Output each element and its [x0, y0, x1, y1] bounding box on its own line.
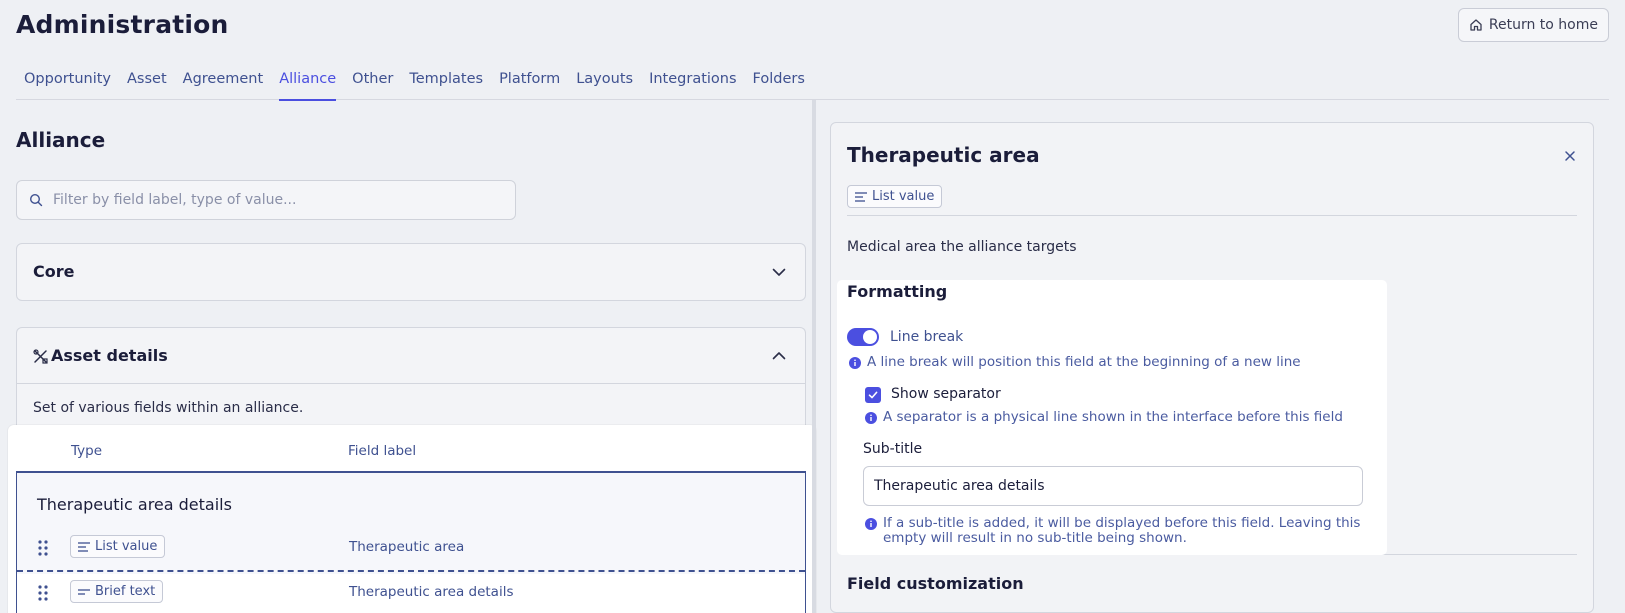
line-break-hint-text: A line break will position this field at… [867, 354, 1301, 370]
subtitle-label: Sub-title [863, 441, 923, 457]
fields-table: Type Field label Therapeutic area detail… [8, 425, 816, 613]
tab-agreement[interactable]: Agreement [175, 66, 272, 100]
subtitle-hint: If a sub-title is added, it will be disp… [865, 516, 1365, 546]
tab-opportunity[interactable]: Opportunity [16, 66, 119, 100]
subtitle-hint-text: If a sub-title is added, it will be disp… [883, 515, 1361, 546]
admin-page: Administration Return to home Opportunit… [0, 0, 1625, 613]
asset-details-title: Asset details [51, 346, 168, 365]
separator-hint: A separator is a physical line shown in … [865, 410, 1343, 425]
type-chip: List value [70, 535, 166, 558]
topbar: Administration Return to home [16, 8, 1609, 48]
filter-input[interactable] [53, 192, 493, 208]
return-home-button[interactable]: Return to home [1457, 8, 1609, 42]
line-break-label[interactable]: Line break [890, 329, 963, 345]
type-chip-label: Brief text [95, 584, 156, 599]
search-icon [29, 193, 43, 207]
chevron-down-icon[interactable] [771, 264, 787, 280]
field-title: Therapeutic area [847, 143, 1040, 167]
subtitle-input[interactable] [863, 466, 1363, 506]
table-row[interactable]: List value Therapeutic area [17, 529, 805, 569]
field-customization-title: Field customization [847, 574, 1024, 593]
asset-details-header[interactable]: Asset details [17, 328, 805, 384]
tab-layouts[interactable]: Layouts [568, 66, 641, 100]
core-title: Core [33, 262, 75, 281]
tab-platform[interactable]: Platform [491, 66, 568, 100]
page-title: Administration [16, 10, 229, 39]
drag-handle-icon[interactable] [37, 539, 49, 557]
type-chip: Brief text [70, 580, 164, 603]
check-icon [868, 391, 878, 399]
info-icon [849, 357, 861, 369]
info-icon [865, 412, 877, 424]
tab-integrations[interactable]: Integrations [641, 66, 744, 100]
column-header-type: Type [71, 443, 103, 459]
tab-alliance[interactable]: Alliance [271, 66, 344, 101]
filter-box [16, 180, 516, 220]
field-description: Medical area the alliance targets [847, 239, 1077, 255]
asset-details-description: Set of various fields within an alliance… [33, 400, 304, 416]
line-break-toggle[interactable] [847, 328, 879, 346]
admin-tabs: Opportunity Asset Agreement Alliance Oth… [16, 66, 1609, 101]
home-icon [1470, 19, 1482, 31]
tools-icon [33, 349, 48, 364]
text-icon [78, 588, 90, 595]
divider [847, 215, 1577, 216]
show-separator-label[interactable]: Show separator [891, 386, 1001, 402]
drop-indicator [17, 570, 805, 572]
list-icon [78, 541, 90, 552]
tab-asset[interactable]: Asset [119, 66, 175, 100]
tab-folders[interactable]: Folders [745, 66, 813, 100]
tab-templates[interactable]: Templates [401, 66, 491, 100]
line-break-hint: A line break will position this field at… [849, 355, 1301, 370]
section-title: Alliance [16, 128, 106, 152]
type-chip-label: List value [95, 539, 158, 554]
tab-other[interactable]: Other [344, 66, 401, 100]
table-row[interactable]: Brief text Therapeutic area details [17, 574, 805, 613]
formatting-title: Formatting [847, 282, 948, 301]
field-label: Therapeutic area [349, 539, 465, 555]
panel-resizer[interactable] [812, 100, 816, 613]
info-icon [865, 518, 877, 530]
core-section[interactable]: Core [16, 243, 806, 301]
close-icon[interactable] [1563, 149, 1577, 163]
field-type-label: List value [872, 189, 935, 204]
chevron-up-icon[interactable] [771, 348, 787, 364]
group-subtitle: Therapeutic area details [37, 495, 232, 514]
field-type-chip: List value [847, 185, 943, 208]
separator-hint-text: A separator is a physical line shown in … [883, 409, 1343, 425]
field-label: Therapeutic area details [349, 584, 514, 600]
field-group: Therapeutic area details List value Ther… [16, 471, 806, 613]
column-header-field-label: Field label [348, 443, 417, 459]
return-home-label: Return to home [1488, 17, 1598, 33]
list-icon [855, 191, 867, 202]
show-separator-checkbox[interactable] [865, 387, 881, 403]
drag-handle-icon[interactable] [37, 584, 49, 602]
formatting-section: Formatting Line break A line break will … [837, 280, 1387, 555]
